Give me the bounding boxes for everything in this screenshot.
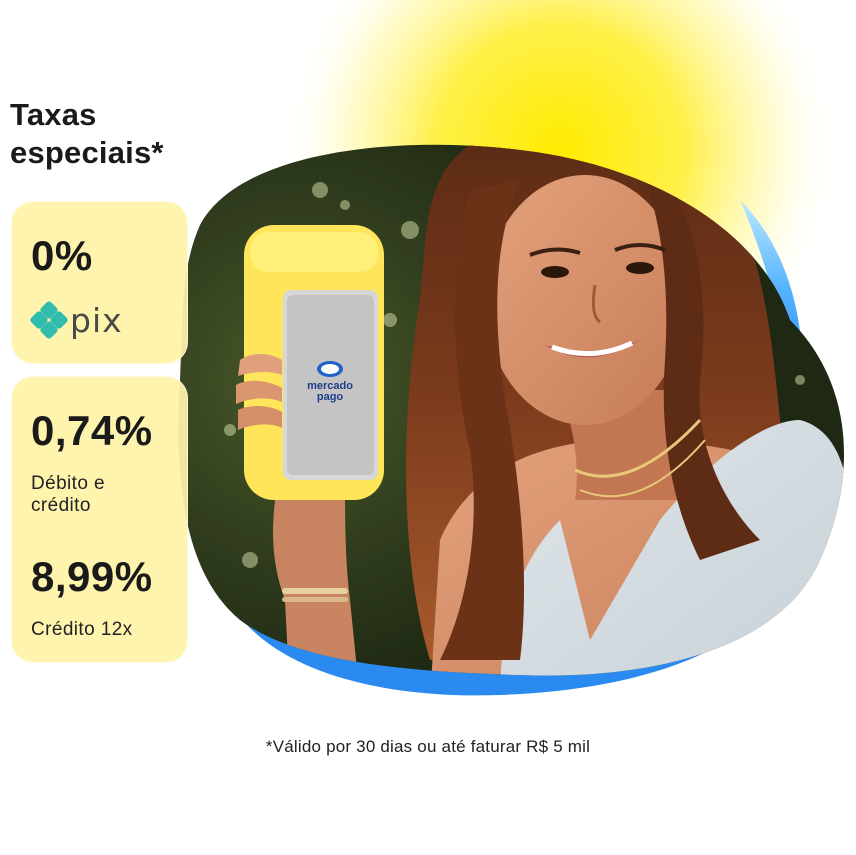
footnote-disclaimer: *Válido por 30 dias ou até faturar R$ 5 …	[265, 737, 591, 756]
page-title: Taxas especiais*	[10, 96, 164, 172]
credit-12x-rate: 8,99%	[31, 553, 153, 600]
debit-credit-label-line-2: crédito	[31, 495, 91, 516]
credit-12x-label: Crédito 12x	[31, 619, 133, 640]
title-line-1: Taxas	[10, 97, 97, 132]
svg-text:pago: pago	[317, 391, 344, 403]
debit-credit-rate: 0,74%	[31, 407, 153, 454]
title-line-2: especiais*	[10, 135, 164, 170]
pix-logo: pix	[30, 301, 123, 339]
pix-rate: 0%	[31, 232, 93, 279]
card-machine: mercado pago	[236, 225, 384, 500]
card-rates-card: 0,74% Débito e crédito 8,99% Crédito 12x	[11, 376, 188, 663]
pix-brand-label: pix	[70, 300, 123, 340]
debit-credit-label-line-1: Débito e	[31, 473, 105, 494]
pix-rate-card: 0% pix	[11, 201, 188, 364]
pix-diamond-icon	[30, 301, 68, 339]
